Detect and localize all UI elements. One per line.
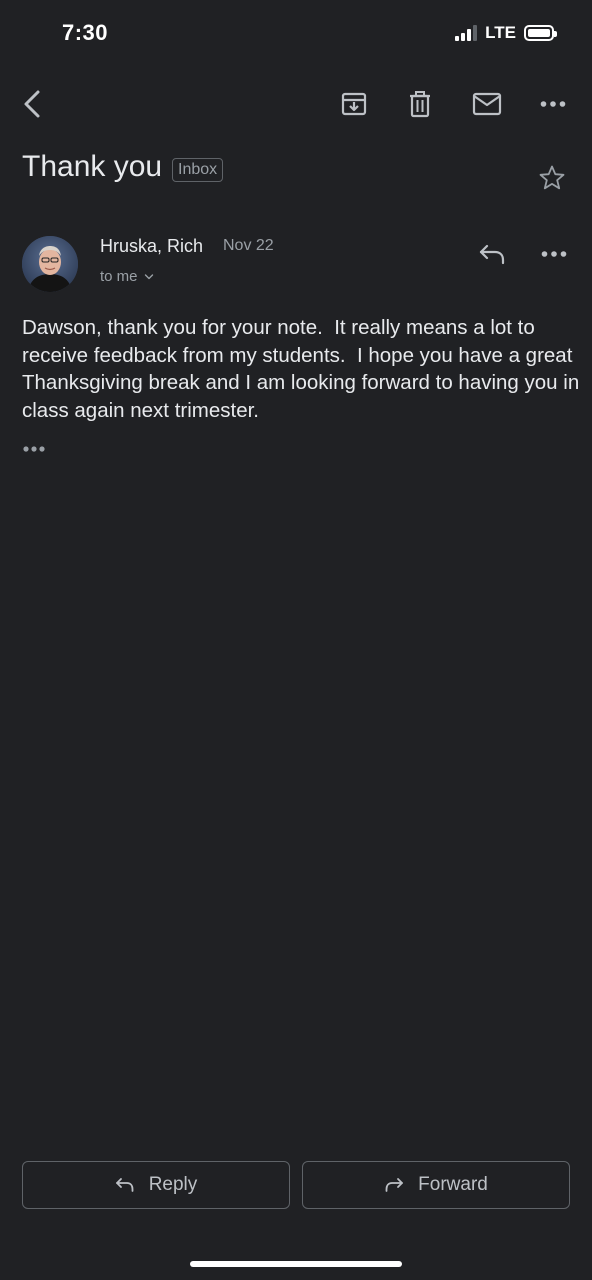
reply-icon	[115, 1178, 134, 1192]
status-bar: 7:30 LTE	[0, 0, 592, 66]
network-type: LTE	[485, 23, 516, 42]
subject-row: Thank you Inbox	[22, 150, 570, 200]
status-time: 7:30	[62, 20, 109, 45]
status-indicators: LTE	[455, 23, 557, 43]
mail-icon	[472, 92, 502, 116]
archive-button[interactable]	[332, 82, 376, 126]
home-indicator[interactable]	[190, 1261, 402, 1267]
star-button[interactable]	[534, 160, 570, 196]
message-subject: Thank you	[22, 150, 163, 183]
reply-bottom-button[interactable]: Reply	[22, 1161, 290, 1209]
delete-button[interactable]	[398, 82, 442, 126]
reply-button[interactable]	[472, 234, 512, 274]
bottom-actions: Reply Forward	[22, 1161, 570, 1211]
sender-photo	[22, 236, 78, 292]
message-date: Nov 22	[223, 237, 274, 254]
cellular-signal-icon	[455, 25, 478, 41]
back-button[interactable]	[10, 82, 54, 126]
mark-unread-button[interactable]	[465, 82, 509, 126]
forward-button[interactable]: Forward	[302, 1161, 570, 1209]
archive-icon	[341, 92, 367, 116]
sender-name[interactable]: Hruska, Rich	[100, 236, 203, 257]
trash-icon	[410, 91, 430, 118]
forward-label: Forward	[418, 1174, 488, 1195]
message-body: Dawson, thank you for your note. It real…	[22, 316, 585, 422]
more-options-button[interactable]	[531, 82, 575, 126]
message-more-button[interactable]	[534, 234, 574, 274]
recipient-summary: to me	[100, 268, 138, 285]
ellipsis-icon	[23, 446, 45, 452]
reply-label: Reply	[148, 1174, 198, 1195]
sender-avatar[interactable]	[22, 236, 78, 292]
star-outline-icon	[539, 165, 565, 190]
message-toolbar	[0, 78, 592, 130]
label-chip-inbox[interactable]: Inbox	[172, 158, 224, 182]
recipient-details-toggle[interactable]: to me	[100, 268, 154, 285]
back-arrow-icon	[24, 90, 40, 118]
show-trimmed-content-button[interactable]	[22, 440, 50, 458]
reply-icon	[479, 244, 505, 265]
more-horizontal-icon	[540, 101, 566, 107]
more-horizontal-icon	[541, 251, 567, 257]
chevron-down-icon	[144, 273, 153, 279]
battery-fill	[528, 29, 550, 37]
sender-row: Hruska, Rich Nov 22 to me	[22, 234, 570, 294]
battery-icon	[524, 25, 557, 41]
forward-icon	[385, 1178, 404, 1192]
